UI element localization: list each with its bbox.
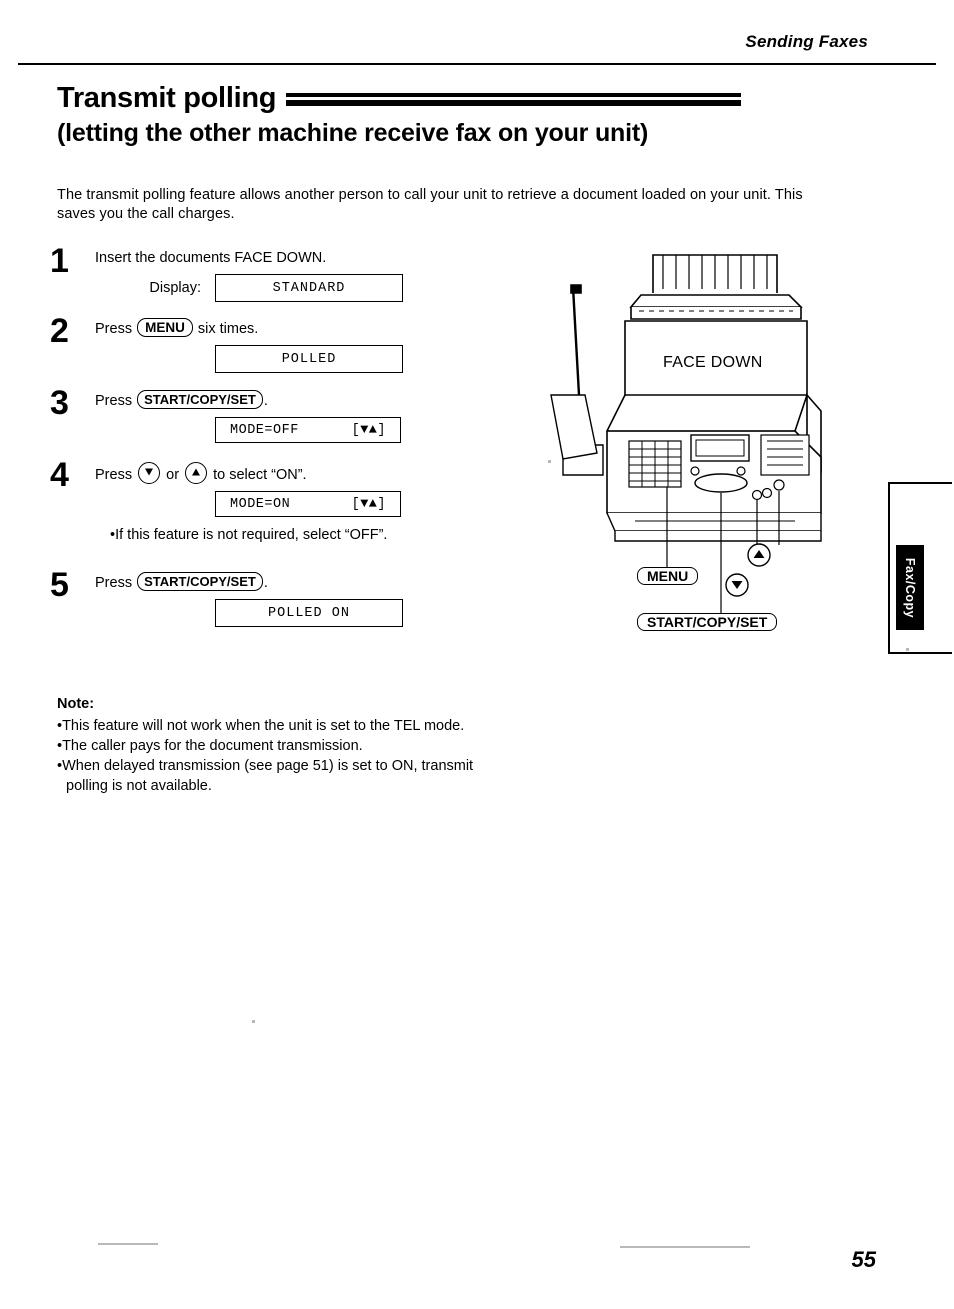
start-copy-set-key[interactable]: START/COPY/SET: [137, 572, 263, 591]
lcd-mode-on: MODE=ON [▼▲]: [215, 491, 401, 517]
fax-machine-illustration: FACE DOWN MENU START/COPY/SET: [545, 245, 905, 655]
step-5-text: Press START/COPY/SET.: [95, 572, 530, 593]
callout-start-copy-set: START/COPY/SET: [637, 613, 778, 631]
page-number: 55: [851, 1247, 876, 1272]
title-line-1: Transmit polling: [57, 82, 914, 115]
scan-speck: [620, 1246, 750, 1248]
lcd-mode-off: MODE=OFF [▼▲]: [215, 417, 401, 443]
title-subtitle: (letting the other machine receive fax o…: [57, 119, 649, 147]
title-main: Transmit polling: [57, 82, 277, 114]
lcd-polled: POLLED: [215, 345, 403, 373]
step-4-instruction-pre: Press: [95, 467, 133, 483]
step-2-text: Press MENU six times.: [95, 318, 530, 339]
step-2: 2 Press MENU six times. POLLED: [50, 314, 530, 390]
scan-speck: [548, 460, 551, 463]
lcd-mode-off-right: [▼▲]: [351, 422, 386, 438]
page-title: Transmit polling (letting the other mach…: [57, 82, 914, 148]
step-5-display-row: POLLED ON: [95, 599, 530, 627]
step-3-instruction-post: .: [263, 393, 268, 409]
scan-speck: [98, 1243, 158, 1245]
step-3-number: 3: [50, 384, 69, 422]
note-item: •This feature will not work when the uni…: [57, 718, 465, 734]
note-title: Note:: [57, 696, 95, 712]
scan-speck: [252, 1020, 255, 1023]
step-4-text: Press or to select “ON”.: [95, 462, 530, 485]
step-2-instruction-pre: Press: [95, 321, 133, 337]
note-item: •When delayed transmission (see page 51)…: [57, 758, 474, 794]
step-3: 3 Press START/COPY/SET. MODE=OFF [▼▲]: [50, 386, 530, 462]
step-1-instruction: Insert the documents FACE DOWN.: [95, 250, 327, 266]
lcd-mode-on-left: MODE=ON: [230, 496, 291, 512]
face-down-label: FACE DOWN: [663, 354, 763, 371]
arrow-up-key[interactable]: [185, 462, 208, 484]
step-2-instruction-post: six times.: [197, 321, 259, 337]
title-rule-decoration: [286, 93, 742, 106]
step-1-text: Insert the documents FACE DOWN.: [95, 248, 530, 268]
running-head: Sending Faxes: [745, 32, 868, 51]
step-1-number: 1: [50, 242, 69, 280]
start-copy-set-key[interactable]: START/COPY/SET: [137, 390, 263, 409]
step-3-text: Press START/COPY/SET.: [95, 390, 530, 411]
side-tab-fax-copy: Fax/Copy: [896, 545, 924, 630]
arrow-down-key[interactable]: [138, 462, 161, 484]
lcd-standard: STANDARD: [215, 274, 403, 302]
step-5-instruction-post: .: [263, 575, 268, 591]
step-5-instruction-pre: Press: [95, 575, 133, 591]
step-5: 5 Press START/COPY/SET. POLLED ON: [50, 568, 530, 642]
step-1-display-row: Display: STANDARD: [95, 274, 530, 302]
lcd-mode-off-left: MODE=OFF: [230, 422, 299, 438]
step-4: 4 Press or to select “ON”. MODE=ON [▼▲] …: [50, 458, 530, 572]
step-4-number: 4: [50, 456, 69, 494]
note-block: Note: •This feature will not work when t…: [57, 694, 477, 796]
step-3-instruction-pre: Press: [95, 393, 133, 409]
header-rule: [18, 63, 936, 65]
step-4-note: •If this feature is not required, select…: [110, 527, 388, 543]
scan-speck: [906, 648, 909, 651]
step-4-instruction-post: to select “ON”.: [213, 467, 307, 483]
step-4-instruction-mid: or: [166, 467, 180, 483]
step-2-display-row: POLLED: [95, 345, 530, 373]
callout-menu: MENU: [637, 567, 699, 585]
display-label: Display:: [149, 280, 201, 296]
step-4-display-row: MODE=ON [▼▲]: [95, 491, 530, 517]
intro-paragraph: The transmit polling feature allows anot…: [57, 187, 803, 222]
step-3-display-row: MODE=OFF [▼▲]: [95, 417, 530, 443]
note-item: •The caller pays for the document transm…: [57, 738, 363, 754]
step-1: 1 Insert the documents FACE DOWN. Displa…: [50, 244, 530, 318]
page: Sending Faxes Transmit polling (letting …: [0, 0, 954, 1309]
lcd-mode-on-right: [▼▲]: [351, 496, 386, 512]
menu-key[interactable]: MENU: [137, 318, 193, 337]
step-2-number: 2: [50, 312, 69, 350]
side-tab-label: Fax/Copy: [903, 557, 918, 618]
steps-list: 1 Insert the documents FACE DOWN. Displa…: [50, 244, 530, 642]
step-5-number: 5: [50, 566, 69, 604]
lcd-polled-on: POLLED ON: [215, 599, 403, 627]
